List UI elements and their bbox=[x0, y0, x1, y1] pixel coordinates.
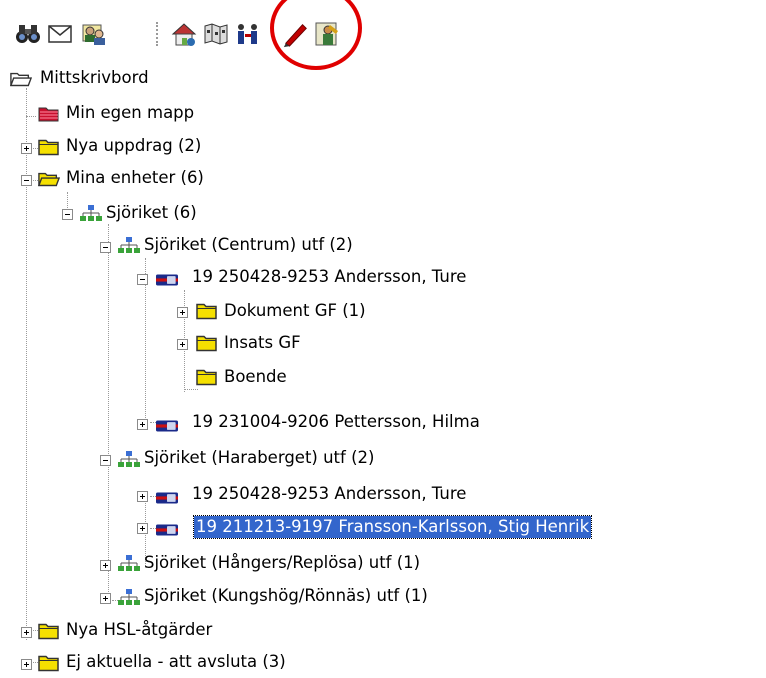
collapse-toggle[interactable] bbox=[21, 175, 32, 186]
tree-item-min-egen-mapp[interactable]: Min egen mapp bbox=[0, 98, 300, 128]
folder-icon bbox=[38, 139, 59, 156]
tree-item-sjoriket[interactable]: Sjöriket (6) bbox=[0, 198, 300, 228]
expand-toggle[interactable] bbox=[177, 307, 188, 318]
expand-toggle[interactable] bbox=[21, 627, 32, 638]
tree-item-label: Boende bbox=[224, 367, 287, 386]
tree-item-label: Insats GF bbox=[224, 333, 301, 352]
tree-view: Mittskrivbord Min egen mapp Nya uppdrag … bbox=[0, 62, 766, 674]
tree-item-label: 19 250428-9253 Andersson, Ture bbox=[192, 267, 467, 286]
org-unit-icon bbox=[118, 555, 140, 571]
folder-icon bbox=[196, 335, 217, 352]
collapse-toggle[interactable] bbox=[100, 242, 111, 253]
folder-icon bbox=[196, 369, 217, 386]
folder-icon bbox=[196, 303, 217, 320]
expand-toggle[interactable] bbox=[21, 143, 32, 154]
tree-item-label: 19 211213-9197 Fransson-Karlsson, Stig H… bbox=[192, 515, 593, 539]
tree-item-label: Sjöriket (Hångers/Replösa) utf (1) bbox=[144, 553, 421, 572]
tree-item-hangers[interactable]: Sjöriket (Hångers/Replösa) utf (1) bbox=[0, 548, 460, 578]
expand-toggle[interactable] bbox=[100, 560, 111, 571]
org-unit-icon bbox=[118, 451, 140, 467]
client-card-icon bbox=[156, 420, 178, 432]
tree-item-person[interactable]: 19 231004-9206 Pettersson, Hilma bbox=[0, 408, 560, 438]
folder-icon bbox=[38, 623, 59, 640]
folder-icon bbox=[38, 655, 59, 672]
tree-item-label: Dokument GF (1) bbox=[224, 301, 366, 320]
people-icon[interactable] bbox=[234, 20, 262, 48]
org-unit-icon bbox=[118, 589, 140, 605]
private-folder-icon bbox=[38, 107, 59, 122]
users-icon[interactable] bbox=[80, 20, 108, 48]
tree-item-boende[interactable]: Boende bbox=[0, 362, 420, 392]
tree-item-person[interactable]: 19 250428-9253 Andersson, Ture bbox=[0, 480, 540, 510]
tree-item-label: Nya HSL-åtgärder bbox=[66, 620, 213, 639]
tree-item-haraberget[interactable]: Sjöriket (Haraberget) utf (2) bbox=[0, 444, 420, 474]
tree-item-label: Sjöriket (Kungshög/Rönnäs) utf (1) bbox=[144, 586, 428, 605]
open-folder-icon bbox=[10, 72, 32, 87]
expand-toggle[interactable] bbox=[100, 593, 111, 604]
expand-toggle[interactable] bbox=[137, 491, 148, 502]
tree-item-label: Mittskrivbord bbox=[40, 68, 149, 87]
binoculars-icon[interactable] bbox=[14, 20, 42, 48]
expand-toggle[interactable] bbox=[137, 523, 148, 534]
tree-item-label: Ej aktuella - att avsluta (3) bbox=[66, 652, 286, 671]
tree-item-kungshog[interactable]: Sjöriket (Kungshög/Rönnäs) utf (1) bbox=[0, 582, 460, 612]
tree-item-mittskrivbord[interactable]: Mittskrivbord bbox=[0, 64, 300, 94]
annotation-circle bbox=[270, 0, 362, 70]
tree-item-label: Sjöriket (6) bbox=[106, 203, 197, 222]
tree-item-mina-enheter[interactable]: Mina enheter (6) bbox=[0, 164, 300, 194]
toolbar bbox=[0, 0, 766, 70]
tree-item-insats-gf[interactable]: Insats GF bbox=[0, 328, 420, 358]
house-icon[interactable] bbox=[170, 20, 198, 48]
tree-item-label: Nya uppdrag (2) bbox=[66, 136, 202, 155]
tree-item-label: 19 250428-9253 Andersson, Ture bbox=[192, 484, 467, 503]
collapse-toggle[interactable] bbox=[137, 274, 148, 285]
client-card-icon bbox=[156, 492, 178, 504]
tree-item-label: Mina enheter (6) bbox=[66, 168, 204, 187]
client-card-icon bbox=[156, 274, 178, 286]
expand-toggle[interactable] bbox=[21, 659, 32, 670]
tree-item-nya-hsl[interactable]: Nya HSL-åtgärder bbox=[0, 616, 300, 646]
map-icon[interactable] bbox=[202, 20, 230, 48]
org-unit-icon bbox=[118, 237, 140, 253]
tree-item-centrum[interactable]: Sjöriket (Centrum) utf (2) bbox=[0, 230, 420, 260]
envelope-icon[interactable] bbox=[46, 20, 74, 48]
toolbar-separator bbox=[156, 22, 158, 46]
tree-item-label: Min egen mapp bbox=[66, 103, 195, 122]
tree-item-label: Sjöriket (Haraberget) utf (2) bbox=[144, 448, 375, 467]
tree-item-person-selected[interactable]: 19 211213-9197 Fransson-Karlsson, Stig H… bbox=[0, 512, 700, 542]
tree-item-dokument-gf[interactable]: Dokument GF (1) bbox=[0, 296, 420, 326]
tree-item-person[interactable]: 19 250428-9253 Andersson, Ture bbox=[0, 262, 540, 292]
tree-item-label: Sjöriket (Centrum) utf (2) bbox=[144, 235, 353, 254]
tree-item-nya-uppdrag[interactable]: Nya uppdrag (2) bbox=[0, 132, 300, 162]
collapse-toggle[interactable] bbox=[100, 455, 111, 466]
open-folder-icon bbox=[38, 172, 60, 187]
client-card-icon bbox=[156, 524, 178, 536]
tree-item-label: 19 231004-9206 Pettersson, Hilma bbox=[192, 412, 480, 431]
expand-toggle[interactable] bbox=[137, 419, 148, 430]
expand-toggle[interactable] bbox=[177, 339, 188, 350]
org-unit-icon bbox=[80, 205, 102, 221]
collapse-toggle[interactable] bbox=[62, 209, 73, 220]
